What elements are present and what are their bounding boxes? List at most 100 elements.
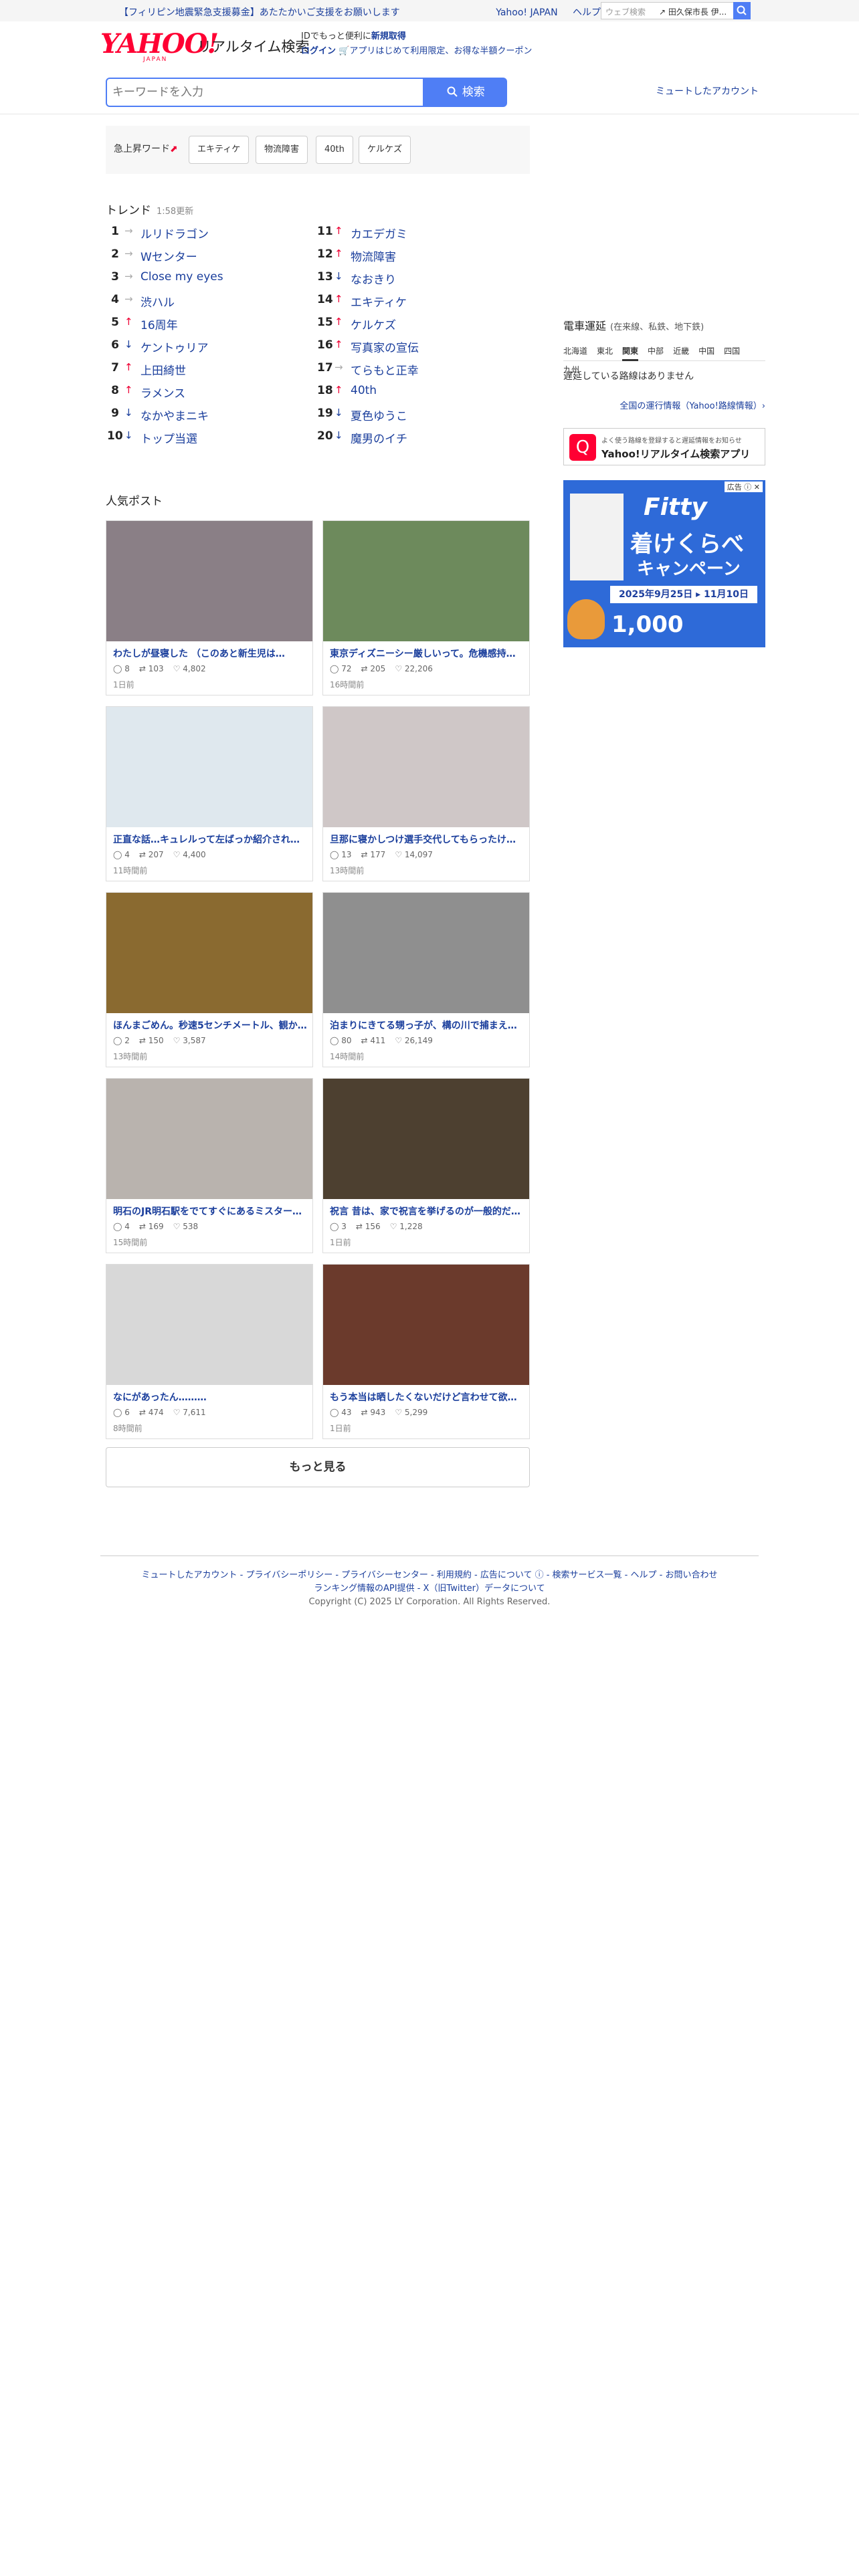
web-search-suggestion[interactable]: ↗ 田久保市長 伊... <box>659 6 733 17</box>
post-title[interactable]: 正直な話…キュレルって左ばっか紹介され… <box>113 833 308 846</box>
reply-count[interactable]: ◯ 8 <box>113 664 130 673</box>
repost-count[interactable]: ⇄ 474 <box>139 1408 164 1417</box>
trend-word[interactable]: 魔男のイチ <box>351 429 407 446</box>
trend-item[interactable]: 18 ↑ 40th <box>317 380 518 403</box>
trend-item[interactable]: 7 ↑ 上田綺世 <box>107 357 308 380</box>
trend-word[interactable]: 40th <box>351 384 377 397</box>
web-search-button[interactable] <box>733 2 751 19</box>
post-card[interactable]: 明石のJR明石駅をでてすぐにあるミスター… ◯ 4 ⇄ 169 ♡ 538 15時間前 <box>106 1078 313 1253</box>
region-tab[interactable]: 北海道 <box>563 342 587 359</box>
post-card[interactable]: 泊まりにきてる甥っ子が、構の川で捕まえ… ◯ 80 ⇄ 411 ♡ 26,149 14時… <box>322 892 530 1067</box>
reply-count[interactable]: ◯ 4 <box>113 850 130 859</box>
login-link[interactable]: ログイン <box>301 46 336 56</box>
post-card[interactable]: 旦那に寝かしつけ選手交代してもらったけ… ◯ 13 ⇄ 177 ♡ 14,097 13時… <box>322 706 530 881</box>
post-title[interactable]: 旦那に寝かしつけ選手交代してもらったけ… <box>330 833 525 846</box>
post-image[interactable] <box>106 1265 312 1385</box>
repost-count[interactable]: ⇄ 177 <box>361 850 386 859</box>
trend-item[interactable]: 14 ↑ エキティケ <box>317 289 518 312</box>
rising-chip[interactable]: エキティケ <box>189 136 250 164</box>
region-tab[interactable]: 中国 <box>698 342 714 359</box>
trend-item[interactable]: 20 ↓ 魔男のイチ <box>317 425 518 448</box>
rising-chip[interactable]: ケルケズ <box>359 136 411 164</box>
like-count[interactable]: ♡ 7,611 <box>173 1408 206 1417</box>
post-image[interactable] <box>106 1079 312 1199</box>
web-search-box[interactable]: ウェブ検索 ↗ 田久保市長 伊... <box>601 2 751 19</box>
signup-link[interactable]: 新規取得 <box>371 31 406 41</box>
region-tab[interactable]: 四国 <box>724 342 740 359</box>
reply-count[interactable]: ◯ 3 <box>330 1222 347 1231</box>
post-card[interactable]: ほんまごめん。秒速5センチメートル、観か… ◯ 2 ⇄ 150 ♡ 3,587 13時間… <box>106 892 313 1067</box>
post-title[interactable]: わたしが昼寝した （このあと新生児は… <box>113 647 308 660</box>
like-count[interactable]: ♡ 14,097 <box>395 850 433 859</box>
trend-word[interactable]: てらもと正幸 <box>351 361 419 378</box>
like-count[interactable]: ♡ 22,206 <box>395 664 433 673</box>
like-count[interactable]: ♡ 4,400 <box>173 850 206 859</box>
ad-label[interactable]: 広告 ⓘ ✕ <box>724 481 763 492</box>
like-count[interactable]: ♡ 538 <box>173 1222 198 1231</box>
like-count[interactable]: ♡ 26,149 <box>395 1036 433 1045</box>
post-image[interactable] <box>323 707 529 827</box>
post-title[interactable]: 明石のJR明石駅をでてすぐにあるミスター… <box>113 1204 308 1218</box>
coupon-link[interactable]: 🛒アプリはじめて利用限定、お得な半額クーポン <box>339 46 532 56</box>
advertisement[interactable]: 広告 ⓘ ✕ Fitty 着けくらべ キャンペーン 2025年9月25日 ▸ 1… <box>563 480 765 647</box>
repost-count[interactable]: ⇄ 150 <box>139 1036 164 1045</box>
post-image[interactable] <box>106 707 312 827</box>
trend-word[interactable]: 16周年 <box>140 316 178 332</box>
post-title[interactable]: なにがあったん……… <box>113 1390 308 1404</box>
trend-item[interactable]: 6 ↓ ケントゥリア <box>107 334 308 357</box>
trend-item[interactable]: 2 → Wセンター <box>107 243 308 266</box>
trend-word[interactable]: エキティケ <box>351 293 407 310</box>
post-title[interactable]: 東京ディズニーシー厳しいって。危機感持… <box>330 647 525 660</box>
reply-count[interactable]: ◯ 4 <box>113 1222 130 1231</box>
reply-count[interactable]: ◯ 6 <box>113 1408 130 1417</box>
donation-notice-link[interactable]: 【フィリピン地震緊急支援募金】あたたかいご支援をお願いします <box>119 5 400 19</box>
trend-item[interactable]: 9 ↓ なかやまニキ <box>107 403 308 425</box>
trend-word[interactable]: 写真家の宣伝 <box>351 338 419 355</box>
repost-count[interactable]: ⇄ 943 <box>361 1408 386 1417</box>
footer-links-secondary[interactable]: ランキング情報のAPI提供 - X（旧Twitter）データについて <box>100 1582 759 1596</box>
region-tab[interactable]: 東北 <box>597 342 613 359</box>
post-image[interactable] <box>323 893 529 1013</box>
footer-links[interactable]: ミュートしたアカウント - プライバシーポリシー - プライバシーセンター - … <box>100 1569 759 1582</box>
reply-count[interactable]: ◯ 2 <box>113 1036 130 1045</box>
post-image[interactable] <box>106 893 312 1013</box>
like-count[interactable]: ♡ 5,299 <box>395 1408 427 1417</box>
trend-item[interactable]: 13 ↓ なおきり <box>317 266 518 289</box>
rising-chip[interactable]: 40th <box>316 136 353 164</box>
trend-item[interactable]: 16 ↑ 写真家の宣伝 <box>317 334 518 357</box>
trend-item[interactable]: 10 ↓ トップ当選 <box>107 425 308 448</box>
nationwide-status-link[interactable]: 全国の運行情報（Yahoo!路線情報）› <box>619 399 765 411</box>
rising-chip[interactable]: 物流障害 <box>256 136 308 164</box>
post-title[interactable]: ほんまごめん。秒速5センチメートル、観か… <box>113 1018 308 1032</box>
post-card[interactable]: もう本当は晒したくないだけど言わせて欲… ◯ 43 ⇄ 943 ♡ 5,299 1日前 <box>322 1264 530 1439</box>
trend-word[interactable]: ケルケズ <box>351 316 396 332</box>
reply-count[interactable]: ◯ 13 <box>330 850 352 859</box>
trend-word[interactable]: 夏色ゆうこ <box>351 407 407 423</box>
trend-word[interactable]: 上田綺世 <box>140 361 186 378</box>
like-count[interactable]: ♡ 1,228 <box>390 1222 423 1231</box>
repost-count[interactable]: ⇄ 156 <box>356 1222 381 1231</box>
trend-item[interactable]: 17 → てらもと正幸 <box>317 357 518 380</box>
search-input[interactable] <box>107 79 423 106</box>
trend-word[interactable]: トップ当選 <box>140 429 197 446</box>
trend-item[interactable]: 11 ↑ カエデガミ <box>317 221 518 243</box>
repost-count[interactable]: ⇄ 411 <box>361 1036 386 1045</box>
post-title[interactable]: 泊まりにきてる甥っ子が、構の川で捕まえ… <box>330 1018 525 1032</box>
help-link[interactable]: ヘルプ <box>573 7 601 18</box>
region-tab[interactable]: 中部 <box>648 342 664 359</box>
like-count[interactable]: ♡ 4,802 <box>173 664 206 673</box>
post-title[interactable]: 祝言 昔は、家で祝言を挙げるのが一般的だ… <box>330 1204 525 1218</box>
reply-count[interactable]: ◯ 43 <box>330 1408 352 1417</box>
post-image[interactable] <box>323 1079 529 1199</box>
trend-word[interactable]: ルリドラゴン <box>140 225 209 241</box>
post-image[interactable] <box>106 521 312 641</box>
post-card[interactable]: わたしが昼寝した （このあと新生児は… ◯ 8 ⇄ 103 ♡ 4,802 1日前 <box>106 520 313 695</box>
region-tab[interactable]: 関東 <box>622 342 639 361</box>
post-card[interactable]: 東京ディズニーシー厳しいって。危機感持… ◯ 72 ⇄ 205 ♡ 22,206 16時… <box>322 520 530 695</box>
trend-word[interactable]: カエデガミ <box>351 225 407 241</box>
trend-word[interactable]: ケントゥリア <box>140 338 209 355</box>
yahoo-japan-link[interactable]: Yahoo! JAPAN <box>496 7 557 18</box>
trend-word[interactable]: Wセンター <box>140 247 197 264</box>
post-card[interactable]: 祝言 昔は、家で祝言を挙げるのが一般的だ… ◯ 3 ⇄ 156 ♡ 1,228 1日前 <box>322 1078 530 1253</box>
trend-word[interactable]: なおきり <box>351 270 396 287</box>
